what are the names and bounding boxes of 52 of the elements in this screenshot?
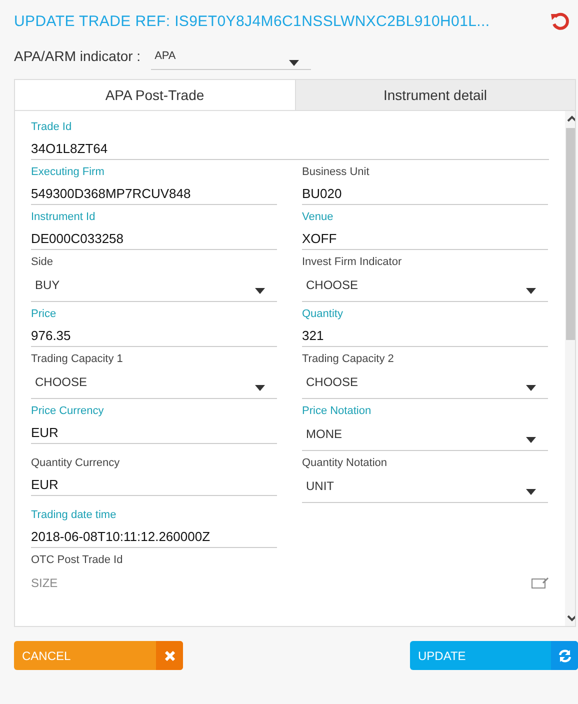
caret-icon (526, 288, 536, 294)
field-label: Executing Firm (31, 166, 106, 178)
input-field[interactable]: 976.35 (31, 326, 277, 347)
indicator-label: APA/ARM indicator : (14, 48, 141, 66)
edit-icon[interactable] (531, 577, 549, 589)
close-icon (164, 650, 174, 660)
input-field[interactable]: 2018-06-08T10:11:12.260000Z (31, 527, 277, 548)
caret-icon (255, 288, 265, 294)
field-label: Trading Capacity 2 (302, 353, 395, 365)
field-label: Business Unit (302, 166, 370, 178)
input-field[interactable]: 549300D368MP7RCUV848 (31, 184, 277, 205)
input-field[interactable]: DE000C033258 (31, 229, 277, 250)
refresh-icon (558, 648, 572, 662)
undo-icon[interactable] (550, 11, 570, 31)
scroll-up-icon[interactable] (566, 115, 575, 122)
dropdown[interactable]: UNIT (302, 475, 548, 503)
caret-icon (255, 385, 265, 391)
input-field[interactable]: 34O1L8ZT64 (31, 139, 549, 160)
input-field[interactable]: BU020 (302, 184, 548, 205)
field-label: Quantity Currency (31, 457, 121, 469)
field-label: Instrument Id (31, 211, 96, 223)
caret-icon (288, 60, 299, 66)
field-label: Trade Id (31, 121, 73, 133)
input-field[interactable]: 321 (302, 326, 548, 347)
field-label: Side (31, 256, 54, 268)
input-field[interactable]: SIZE (31, 576, 231, 590)
field-label: Price Notation (302, 405, 372, 417)
caret-icon (526, 489, 536, 495)
dropdown[interactable]: MONE (302, 423, 548, 451)
field-label: Invest Firm Indicator (302, 256, 403, 268)
field-label: Venue (302, 211, 334, 223)
input-field[interactable]: EUR (31, 423, 277, 444)
input-field[interactable]: EUR (31, 475, 277, 496)
field-label: OTC Post Trade Id (31, 554, 124, 566)
input-field[interactable]: XOFF (302, 229, 548, 250)
dropdown[interactable]: CHOOSE (302, 371, 548, 399)
dropdown[interactable]: CHOOSE (302, 274, 548, 302)
field-label: Quantity Notation (302, 457, 388, 469)
scroll-down-icon[interactable] (566, 615, 575, 622)
tab[interactable]: Instrument detail (294, 80, 575, 111)
dropdown[interactable]: CHOOSE (31, 371, 277, 399)
indicator-dropdown[interactable]: APA (150, 46, 311, 70)
scrollbar-thumb[interactable] (566, 128, 575, 340)
field-label: Quantity (302, 308, 344, 320)
dialog-title: UPDATE TRADE REF: IS9ET0Y8J4M6C1NSSLWNXC2BL910H01L... (14, 12, 490, 30)
caret-icon (526, 437, 536, 443)
dropdown[interactable]: BUY (31, 274, 277, 302)
field-label: Trading date time (31, 509, 118, 521)
field-label: Trading Capacity 1 (31, 353, 124, 365)
caret-icon (526, 385, 536, 391)
field-label: Price Currency (31, 405, 105, 417)
field-label: Price (31, 308, 58, 320)
